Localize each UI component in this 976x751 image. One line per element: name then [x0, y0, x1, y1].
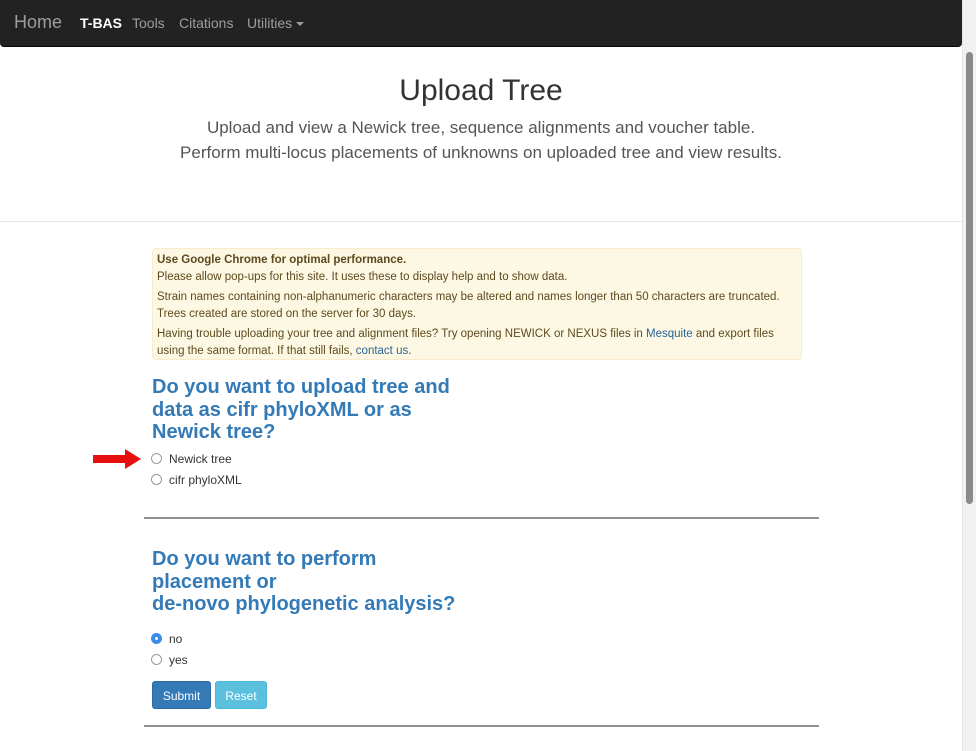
alert-line-3: Trees created are stored on the server f… — [157, 308, 417, 320]
nav-item-tbas[interactable]: T-BAS — [80, 15, 122, 31]
radio-label: no — [169, 632, 183, 646]
nav-item-utilities-label: Utilities — [247, 15, 293, 31]
alert-line-4: Having trouble uploading your tree and a… — [157, 328, 774, 340]
radio-button[interactable] — [151, 654, 162, 665]
warning-alert: Use Google Chrome for optimal performanc… — [152, 248, 802, 360]
page-title: Upload Tree — [399, 74, 563, 107]
upload-format-question: Do you want to upload tree and data as c… — [152, 376, 450, 443]
radio-label: cifr phyloXML — [169, 473, 242, 487]
nav-item-citations[interactable]: Citations — [179, 15, 233, 31]
nav-item-tools[interactable]: Tools — [132, 15, 165, 31]
section-divider-bottom — [144, 725, 819, 727]
page-subtitle-line-2: Perform multi-locus placements of unknow… — [180, 143, 782, 162]
radio-label: yes — [169, 653, 188, 667]
nav-home-link[interactable]: Home — [14, 12, 62, 33]
caret-down-icon — [296, 22, 305, 27]
alert-line-1: Please allow pop-ups for this site. It u… — [157, 271, 568, 283]
analysis-question: Do you want to perform placement or de-n… — [152, 548, 456, 615]
page-subtitle-line-1: Upload and view a Newick tree, sequence … — [206, 118, 756, 137]
section-divider — [144, 517, 819, 519]
page-header: Upload Tree Upload and view a Newick tre… — [0, 46, 962, 222]
red-arrow-icon — [93, 449, 141, 469]
contact-us-link[interactable]: contact us — [356, 345, 408, 357]
submit-button[interactable]: Submit — [152, 681, 211, 709]
alert-heading: Use Google Chrome for optimal performanc… — [157, 254, 407, 266]
alert-line-2: Strain names containing non-alphanumeric… — [157, 291, 780, 303]
top-navbar: Home T-BAS Tools Citations Utilities — [0, 0, 962, 47]
nav-item-utilities[interactable]: Utilities — [247, 15, 305, 31]
radio-label: Newick tree — [169, 452, 232, 466]
scrollbar-thumb[interactable] — [966, 52, 973, 504]
alert-line-5: using the same format. If that still fai… — [157, 345, 412, 357]
radio-button-checked[interactable] — [151, 633, 162, 644]
mesquite-link[interactable]: Mesquite — [646, 328, 693, 340]
radio-button[interactable] — [151, 453, 162, 464]
radio-button[interactable] — [151, 474, 162, 485]
reset-button[interactable]: Reset — [215, 681, 267, 709]
